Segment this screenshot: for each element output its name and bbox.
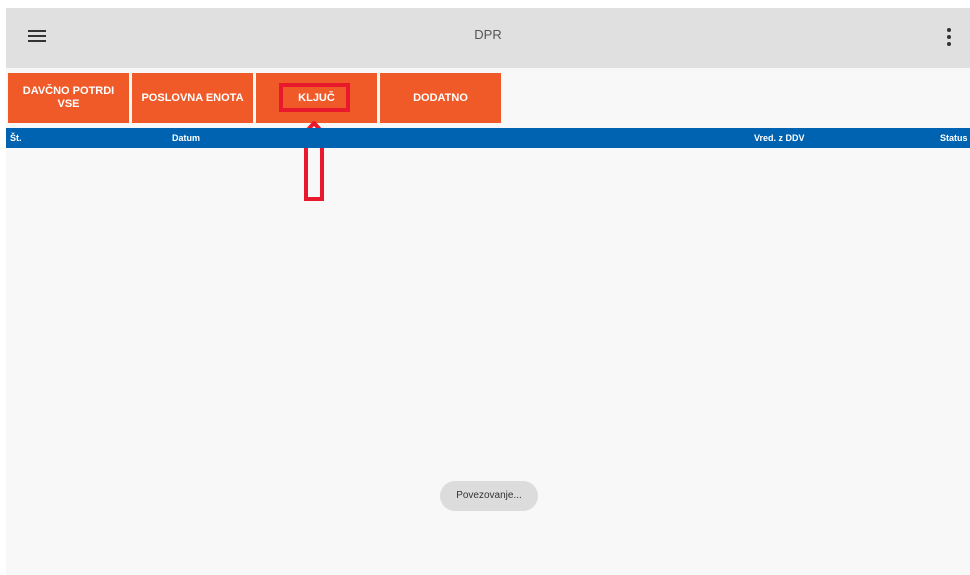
column-header-vred-z-ddv[interactable]: Vred. z DDV bbox=[754, 128, 805, 148]
app-title: DPR bbox=[474, 27, 502, 42]
davcno-potrdi-vse-button[interactable]: DAVČNO POTRDI VSE bbox=[8, 73, 129, 123]
table-header: Št. Datum Vred. z DDV Status bbox=[6, 128, 970, 148]
hamburger-menu-icon[interactable] bbox=[28, 28, 50, 46]
column-header-status[interactable]: Status bbox=[940, 128, 968, 148]
poslovna-enota-button[interactable]: POSLOVNA ENOTA bbox=[132, 73, 253, 123]
app-bar: DPR bbox=[6, 8, 970, 68]
button-label-line1: DAVČNO POTRDI bbox=[22, 85, 115, 97]
dodatno-button[interactable]: DODATNO bbox=[380, 73, 501, 123]
column-header-datum[interactable]: Datum bbox=[172, 128, 200, 148]
button-label-line2: VSE bbox=[57, 98, 80, 110]
connecting-toast: Povezovanje... bbox=[440, 481, 538, 511]
button-label: POSLOVNA ENOTA bbox=[141, 91, 244, 104]
button-label: DODATNO bbox=[413, 91, 468, 104]
more-vertical-icon[interactable] bbox=[942, 26, 956, 48]
highlight-box bbox=[279, 83, 350, 112]
column-header-st[interactable]: Št. bbox=[10, 128, 22, 148]
app-screen: DPR DAVČNO POTRDI VSE POSLOVNA ENOTA KLJ… bbox=[6, 8, 970, 575]
